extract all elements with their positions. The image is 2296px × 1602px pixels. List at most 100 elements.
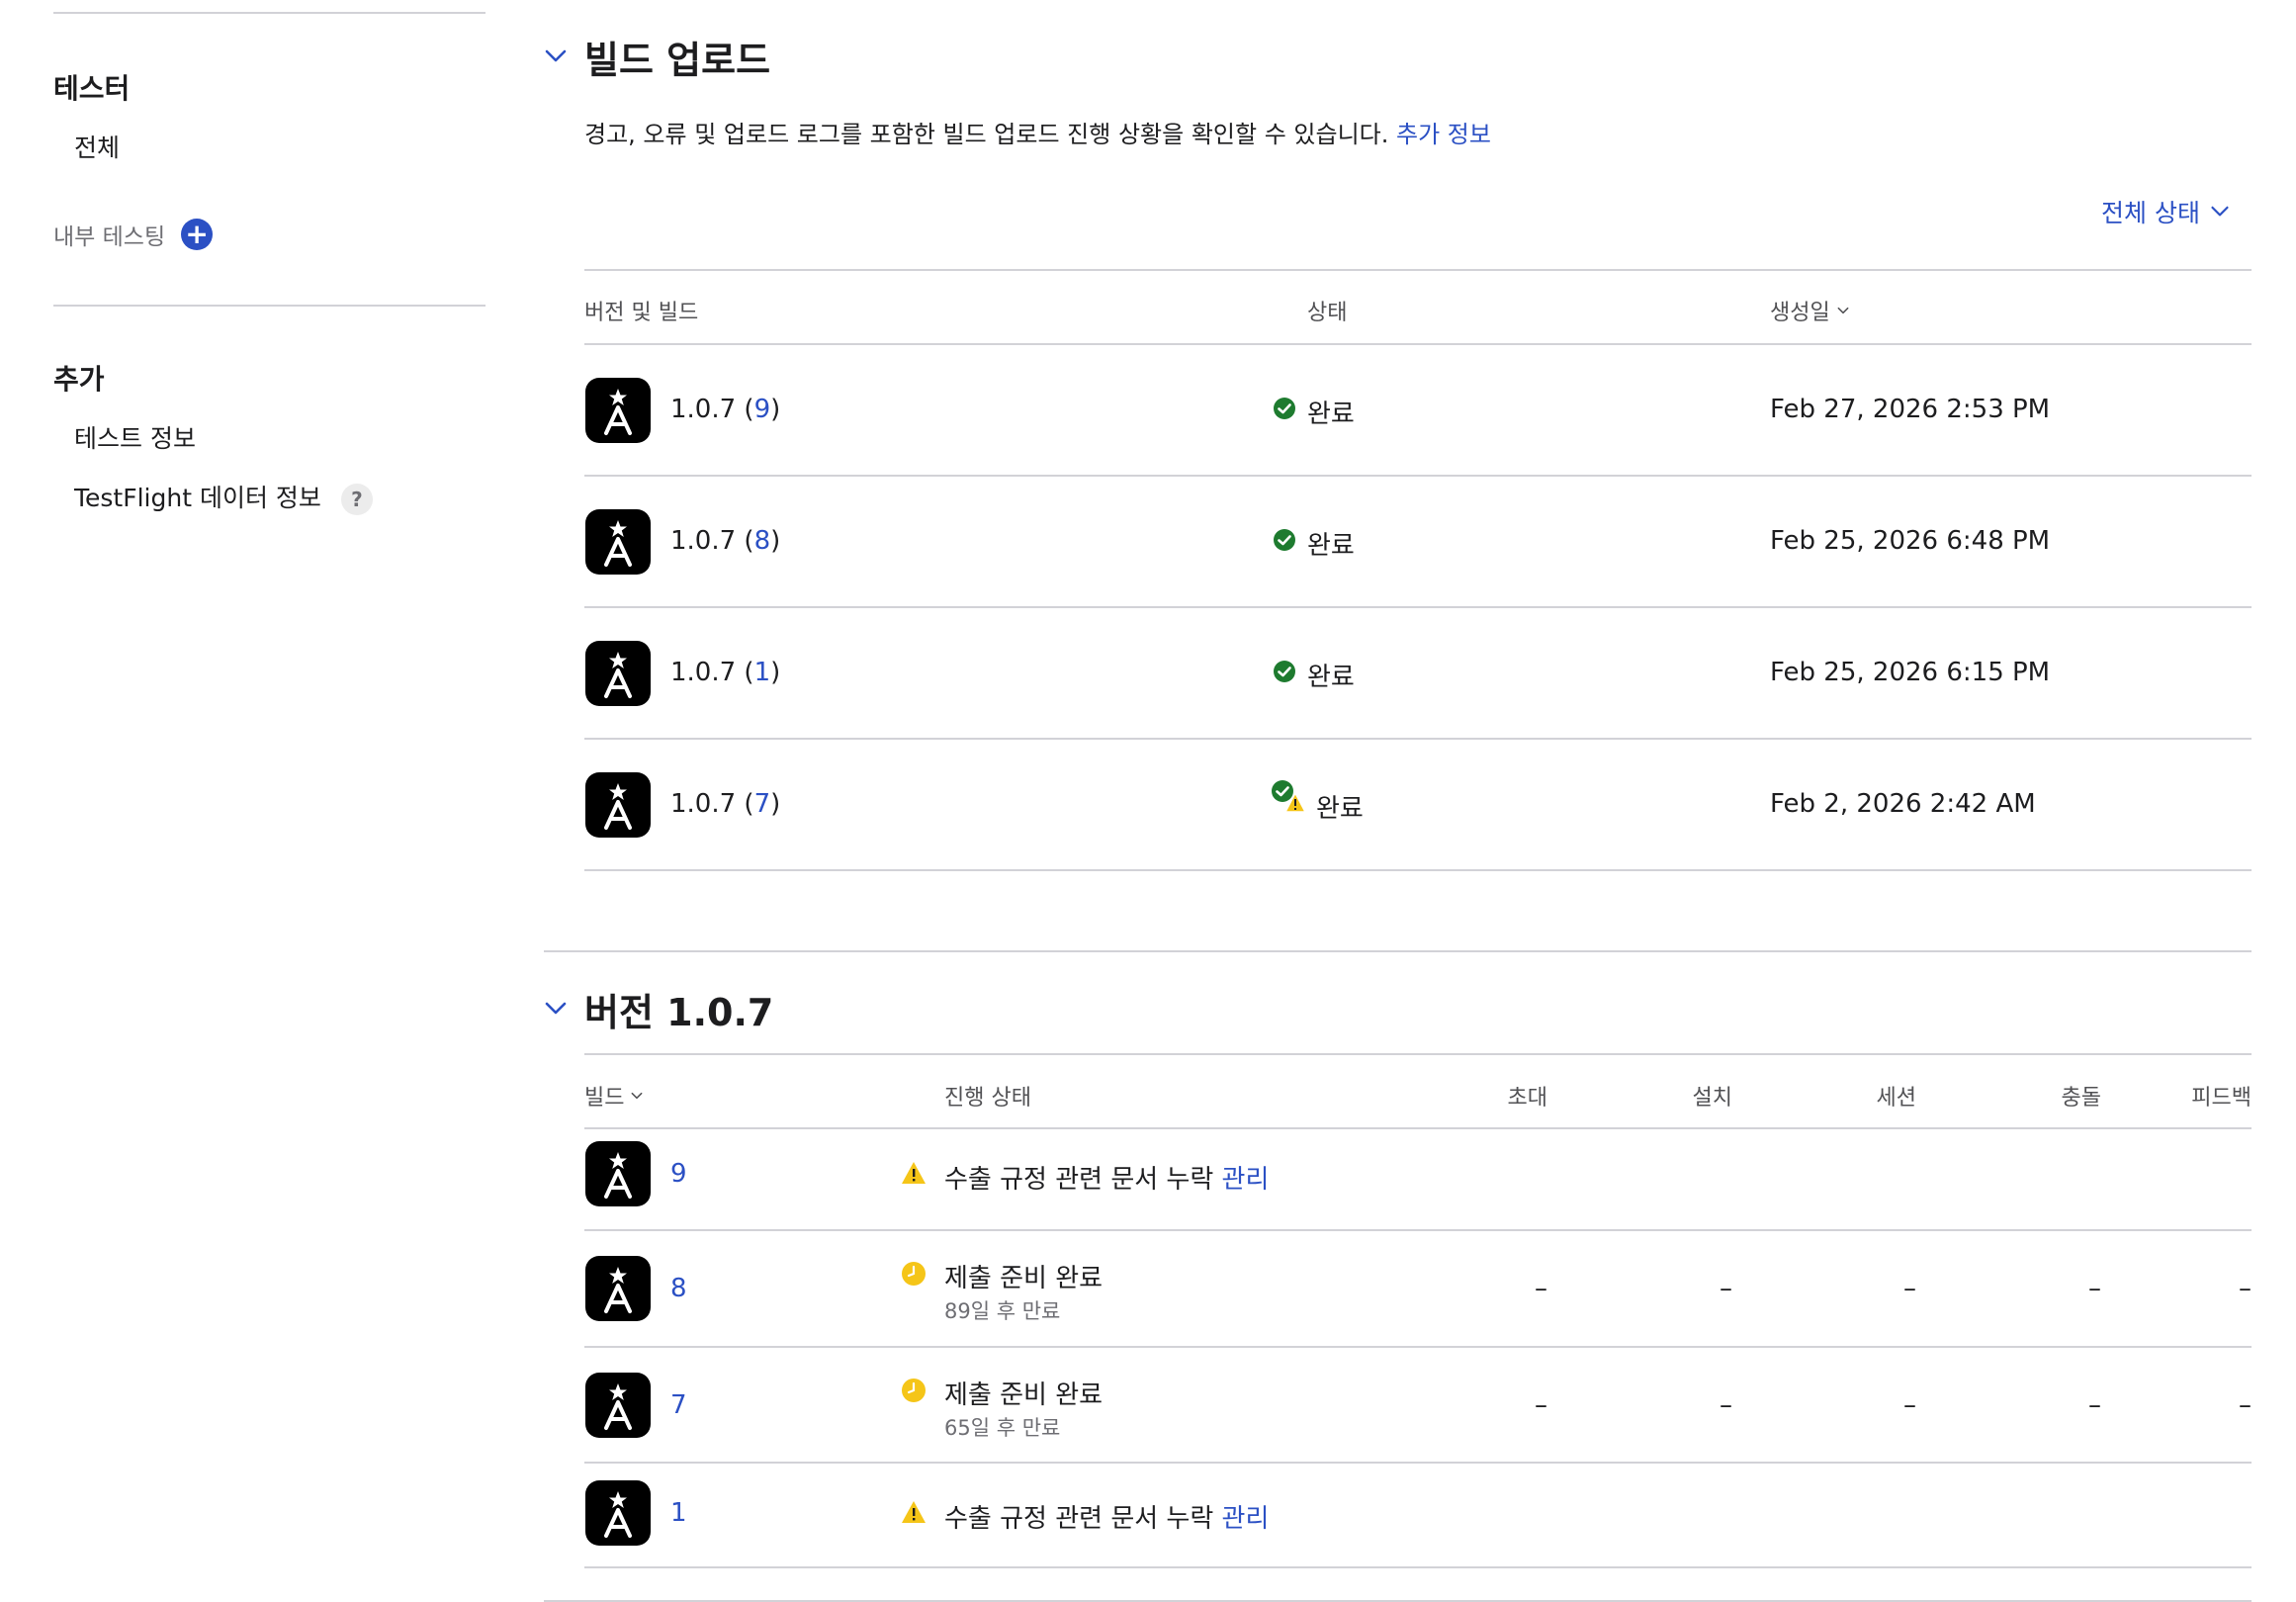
help-icon[interactable]: ? <box>340 484 373 515</box>
chevron-down-icon[interactable] <box>544 44 568 68</box>
check-warning-icon <box>1272 780 1306 813</box>
sessions-value: – <box>1903 1274 1916 1303</box>
sidebar-heading-testers: 테스터 <box>53 72 131 105</box>
column-header-build[interactable]: 빌드 <box>584 1080 644 1112</box>
progress-status: 수출 규정 관련 문서 누락 관리 <box>944 1159 1269 1196</box>
app-icon <box>585 1256 651 1321</box>
chevron-down-icon[interactable] <box>544 997 568 1021</box>
installs-value: – <box>1720 1274 1732 1303</box>
add-group-icon[interactable]: + <box>181 219 214 250</box>
table-rule <box>584 343 2252 345</box>
version-title: 버전 1.0.7 <box>584 991 774 1034</box>
manage-link[interactable]: 관리 <box>1222 1504 1270 1534</box>
progress-status-text: 수출 규정 관련 문서 누락 <box>944 1165 1214 1195</box>
warning-icon <box>902 1162 926 1184</box>
column-header-feedback: 피드백 <box>2191 1086 2252 1111</box>
column-header-status: 상태 <box>1307 301 1348 325</box>
build-upload-description-text: 경고, 오류 및 업로드 로그를 포함한 빌드 업로드 진행 상황을 확인할 수… <box>584 121 1389 148</box>
build-number-link[interactable]: 9 <box>754 395 771 424</box>
check-circle-icon <box>1274 398 1295 419</box>
progress-status-text: 제출 준비 완료 <box>944 1264 1104 1293</box>
row-divider <box>584 1229 2252 1231</box>
build-number-link[interactable]: 1 <box>670 1498 687 1528</box>
status-filter-label: 전체 상태 <box>2101 199 2200 227</box>
progress-status: 수출 규정 관련 문서 누락 관리 <box>944 1498 1269 1535</box>
sidebar-item-test-info[interactable]: 테스트 정보 <box>74 419 196 455</box>
column-header-invites: 초대 <box>1507 1086 1547 1111</box>
clock-icon <box>902 1379 926 1402</box>
feedback-value: – <box>2239 1390 2252 1420</box>
crashes-value: – <box>2088 1390 2101 1420</box>
app-icon <box>585 1480 651 1546</box>
build-number-link[interactable]: 1 <box>754 658 771 687</box>
sort-chevron-icon <box>1837 307 1849 314</box>
build-upload-description: 경고, 오류 및 업로드 로그를 포함한 빌드 업로드 진행 상황을 확인할 수… <box>584 115 1491 149</box>
version-build-label: 1.0.7 (7) <box>670 789 781 819</box>
column-header-created[interactable]: 생성일 <box>1770 295 1850 326</box>
build-number-link[interactable]: 8 <box>754 526 771 556</box>
installs-value: – <box>1720 1390 1732 1420</box>
clock-icon <box>902 1262 926 1286</box>
main-content: 빌드 업로드 경고, 오류 및 업로드 로그를 포함한 빌드 업로드 진행 상황… <box>539 0 2252 1602</box>
status-label: 완료 <box>1307 531 1355 561</box>
column-header-version-build: 버전 및 빌드 <box>584 301 699 325</box>
build-number-link[interactable]: 7 <box>670 1390 687 1420</box>
sidebar-divider <box>53 12 486 14</box>
row-divider <box>584 606 2252 608</box>
app-icon <box>585 772 651 838</box>
sidebar-heading-extra: 추가 <box>53 363 105 396</box>
created-date: Feb 25, 2026 6:48 PM <box>1770 526 2051 556</box>
warning-icon <box>902 1501 926 1523</box>
created-date: Feb 27, 2026 2:53 PM <box>1770 395 2051 424</box>
column-header-sessions: 세션 <box>1876 1086 1916 1111</box>
row-divider <box>584 475 2252 477</box>
status-label: 완료 <box>1307 400 1355 429</box>
app-icon <box>585 509 651 575</box>
version-build-label: 1.0.7 (8) <box>670 526 781 556</box>
column-header-progress: 진행 상태 <box>944 1086 1031 1111</box>
build-number-link[interactable]: 8 <box>670 1274 687 1303</box>
row-divider <box>584 1462 2252 1464</box>
sidebar-divider <box>53 305 486 307</box>
status-filter-dropdown[interactable]: 전체 상태 <box>2101 194 2230 229</box>
column-header-crashes: 충돌 <box>2061 1086 2101 1111</box>
expiry-text: 65일 후 만료 <box>944 1416 1061 1440</box>
sidebar-internal-testing-label: 내부 테스팅 <box>53 224 166 250</box>
sessions-value: – <box>1903 1390 1916 1420</box>
progress-status-text: 수출 규정 관련 문서 누락 <box>944 1504 1214 1534</box>
invites-value: – <box>1535 1390 1547 1420</box>
manage-link[interactable]: 관리 <box>1222 1165 1270 1195</box>
status-link[interactable]: 완료 <box>1316 788 1364 825</box>
row-divider <box>584 738 2252 740</box>
status-label: 완료 <box>1307 663 1355 692</box>
feedback-value: – <box>2239 1274 2252 1303</box>
build-upload-title: 빌드 업로드 <box>584 39 771 82</box>
check-circle-icon <box>1274 529 1295 551</box>
sidebar-internal-testing: 내부 테스팅 + <box>53 218 214 251</box>
section-divider <box>544 950 2252 952</box>
sort-chevron-icon <box>632 1092 643 1100</box>
progress-status-text: 제출 준비 완료 <box>944 1380 1104 1410</box>
version-build-label: 1.0.7 (1) <box>670 658 781 687</box>
more-info-link[interactable]: 추가 정보 <box>1396 121 1491 148</box>
column-header-build-label: 빌드 <box>584 1086 625 1111</box>
column-header-created-label: 생성일 <box>1770 301 1830 325</box>
sidebar-item-testflight-data-label: TestFlight 데이터 정보 <box>74 484 321 512</box>
table-rule <box>584 1053 2252 1055</box>
app-icon <box>585 1141 651 1206</box>
row-divider <box>584 1346 2252 1348</box>
build-number-link[interactable]: 7 <box>754 789 771 819</box>
row-divider <box>584 869 2252 871</box>
app-icon <box>585 378 651 443</box>
invites-value: – <box>1535 1274 1547 1303</box>
version-build-label: 1.0.7 (9) <box>670 395 781 424</box>
expiry-text: 89일 후 만료 <box>944 1299 1061 1323</box>
check-circle-icon <box>1274 661 1295 682</box>
chevron-down-icon <box>2211 206 2229 217</box>
created-date: Feb 25, 2026 6:15 PM <box>1770 658 2051 687</box>
table-rule <box>584 269 2252 271</box>
sidebar-item-testflight-data[interactable]: TestFlight 데이터 정보? <box>74 479 373 515</box>
build-number-link[interactable]: 9 <box>670 1159 687 1189</box>
table-rule <box>584 1127 2252 1129</box>
sidebar-item-all[interactable]: 전체 <box>74 129 120 164</box>
